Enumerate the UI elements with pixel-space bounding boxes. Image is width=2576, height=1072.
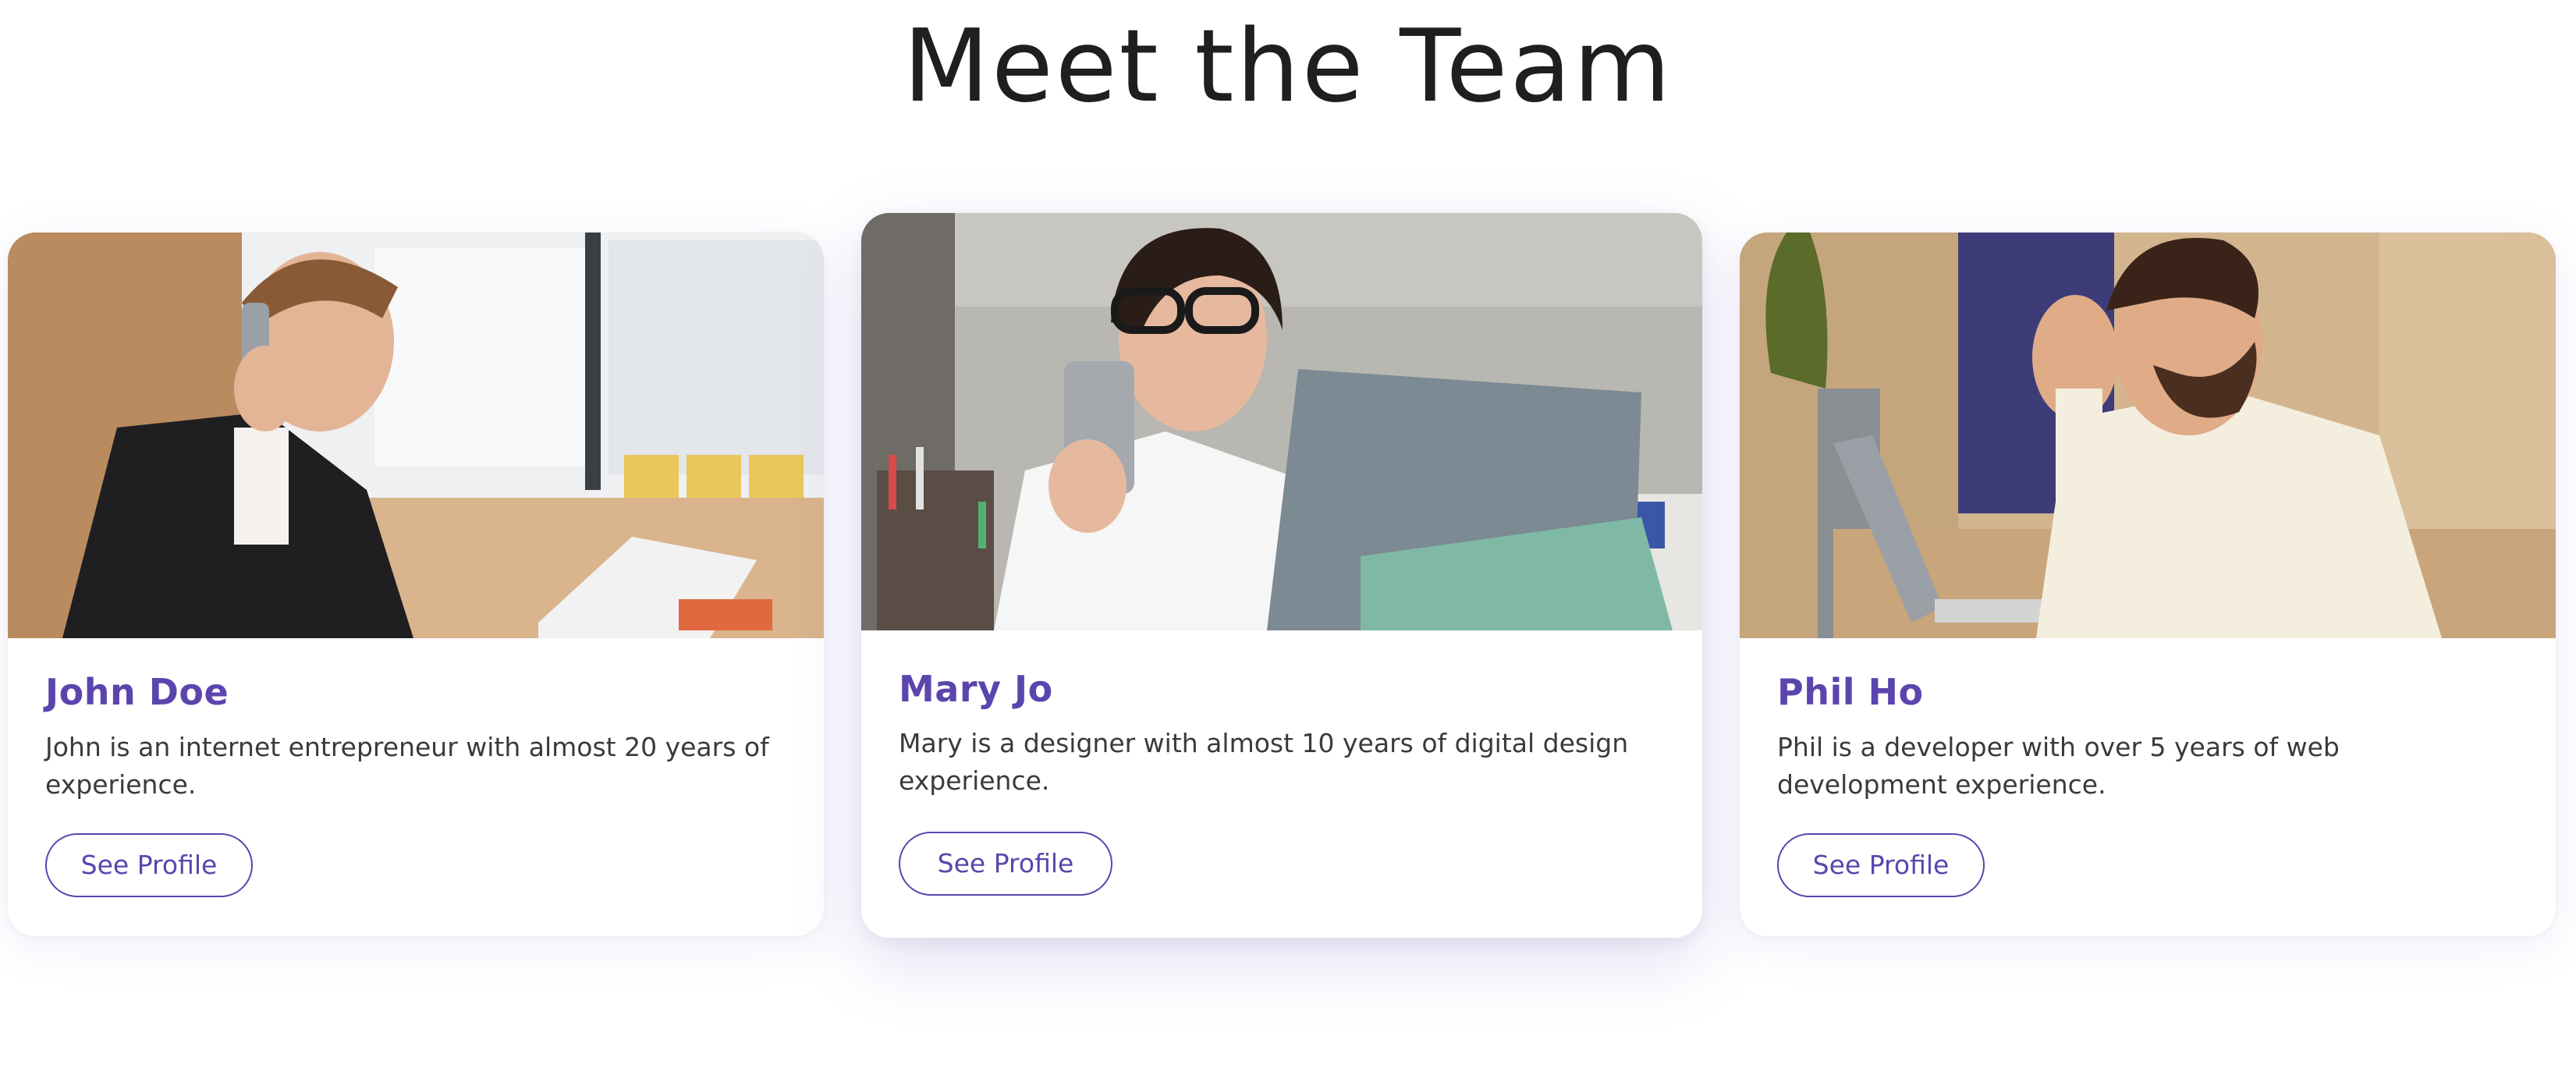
page-title: Meet the Team (903, 9, 1673, 125)
see-profile-button[interactable]: See Profile (45, 833, 253, 897)
team-section: Meet the Team John Doe John is an intern… (0, 0, 2576, 1072)
team-card-phil-ho: Phil Ho Phil is a developer with over 5 … (1740, 233, 2556, 936)
member-name: Mary Jo (899, 668, 1053, 710)
see-profile-button[interactable]: See Profile (1777, 833, 1985, 897)
team-card-john-doe: John Doe John is an internet entrepreneu… (8, 233, 824, 936)
see-profile-button[interactable]: See Profile (899, 832, 1112, 896)
member-name: John Doe (45, 671, 229, 713)
team-photo (861, 213, 1702, 630)
member-description: Mary is a designer with almost 10 years … (899, 728, 1629, 796)
member-description: John is an internet entrepreneur with al… (45, 732, 769, 800)
team-card-mary-jo: Mary Jo Mary is a designer with almost 1… (861, 213, 1702, 938)
member-description: Phil is a developer with over 5 years of… (1777, 732, 2340, 800)
member-name: Phil Ho (1777, 671, 1924, 713)
team-photo (1740, 233, 2556, 638)
team-photo (8, 233, 824, 638)
